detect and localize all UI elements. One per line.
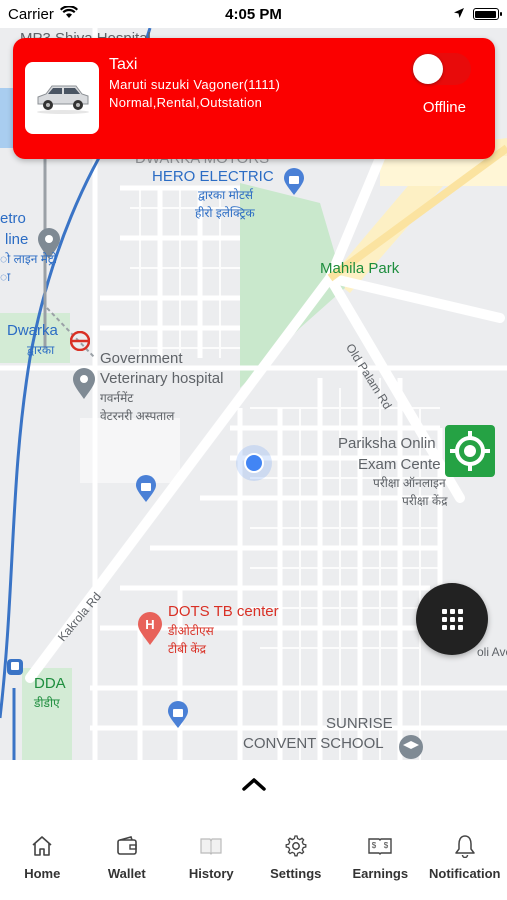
map-label: डीडीए (34, 696, 60, 710)
map-label: CONVENT SCHOOL (243, 735, 384, 752)
online-toggle[interactable] (411, 53, 471, 85)
map-label: द्वारका मोटर्स (198, 188, 254, 202)
map-label: oli Ave (477, 645, 507, 659)
map-label: Government (100, 350, 183, 367)
vehicle-image (25, 62, 99, 134)
map-label: परीक्षा केंद्र (402, 494, 448, 508)
car-icon (37, 85, 89, 114)
chevron-up-icon[interactable] (238, 772, 270, 796)
online-status-label: Offline (422, 99, 466, 116)
crosshair-icon (450, 431, 490, 471)
home-icon (30, 832, 54, 860)
map-label: हीरो इलेक्ट्रिक (195, 206, 255, 220)
vehicle-model: Maruti suzuki Vagoner(1111) (109, 77, 281, 92)
vehicle-type: Taxi (109, 56, 138, 73)
nav-item-notification[interactable]: Notification (423, 832, 507, 890)
map-label: DDA (34, 675, 66, 692)
map-label: line (5, 231, 29, 248)
wallet-icon (116, 832, 138, 860)
map-label: वेटरनरी अस्पताल (100, 409, 175, 423)
nav-label: History (188, 866, 234, 881)
map-label: Mahila Park (320, 260, 400, 277)
map-label: HERO ELECTRIC (152, 168, 274, 185)
svg-text:$: $ (372, 841, 377, 850)
battery-icon (472, 8, 502, 20)
nav-label: Earnings (352, 866, 409, 881)
map-label: ो लाइन मेट्रो (0, 252, 58, 266)
bottom-navigation: Home Wallet History Settings $ $ Earnings (0, 832, 507, 890)
my-location-button[interactable] (445, 425, 495, 477)
map-label: टीबी केंद्र (168, 642, 207, 656)
nav-label: Settings (270, 866, 322, 881)
map-label: SUNRISE (326, 715, 393, 732)
map-label: द्वारका (27, 343, 55, 357)
vehicle-status-card: Taxi Maruti suzuki Vagoner(1111) Normal,… (13, 38, 495, 159)
gear-icon (285, 832, 307, 860)
clock: 4:05 PM (225, 5, 282, 23)
map-label: डीओटीएस (168, 624, 214, 638)
map-label: etro (0, 210, 26, 227)
grid-icon (441, 608, 463, 630)
vehicle-services: Normal,Rental,Outstation (109, 95, 263, 110)
nav-label: Home (24, 866, 61, 881)
nav-item-earnings[interactable]: $ $ Earnings (338, 832, 423, 890)
bell-icon (454, 832, 476, 860)
menu-fab-button[interactable] (416, 583, 488, 655)
map-label: DOTS TB center (168, 603, 279, 620)
map-label: Dwarka (7, 322, 58, 339)
carrier-label: Carrier (8, 5, 54, 23)
earnings-icon: $ $ (367, 832, 393, 860)
map-label: Exam Cente (358, 456, 441, 473)
map-label: Veterinary hospital (100, 370, 224, 387)
svg-text:$: $ (384, 841, 389, 850)
status-bar: Carrier 4:05 PM (0, 0, 507, 28)
map-label: परीक्षा ऑनलाइन (373, 476, 446, 490)
bottom-panel: Home Wallet History Settings $ $ Earnings (0, 760, 507, 900)
nav-label: Wallet (107, 866, 146, 881)
nav-item-settings[interactable]: Settings (254, 832, 339, 890)
wifi-icon (59, 4, 78, 23)
nav-item-history[interactable]: History (169, 832, 254, 890)
map-label: ा (0, 270, 11, 284)
nav-item-home[interactable]: Home (0, 832, 85, 890)
location-arrow-icon (453, 6, 465, 23)
nav-label: Notification (429, 866, 501, 881)
map-label: Pariksha Onlin (338, 435, 436, 452)
book-icon (199, 832, 223, 860)
nav-item-wallet[interactable]: Wallet (85, 832, 170, 890)
svg-text:H: H (145, 617, 154, 632)
map-label: गवर्नमेंट (100, 391, 134, 405)
